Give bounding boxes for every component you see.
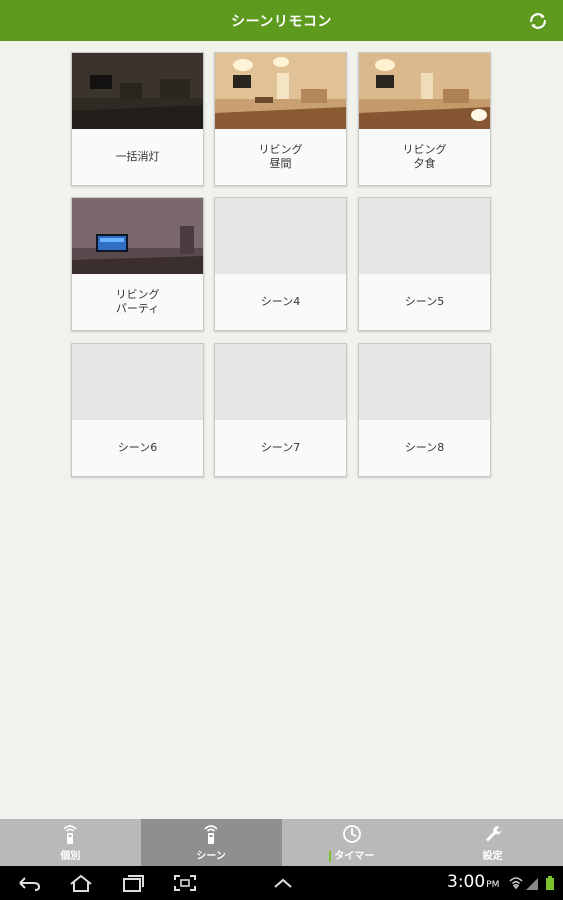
scene-label: リビング 夕食 <box>359 129 490 185</box>
page-title: シーンリモコン <box>231 13 332 30</box>
scene-label: シーン8 <box>359 420 490 476</box>
remote-icon <box>204 825 218 844</box>
tab-label: タイマー <box>334 851 375 862</box>
scene-label: シーン5 <box>359 274 490 330</box>
tab-label: 個別 <box>60 851 81 862</box>
tab-label: シーン <box>196 851 226 862</box>
scene-tile-living-daytime[interactable]: リビング 昼間 <box>214 52 347 186</box>
scene-tile-4[interactable]: シーン4 <box>214 197 347 331</box>
tab-timer[interactable]: タイマー <box>282 819 423 866</box>
clock-icon <box>342 825 361 843</box>
battery-icon <box>546 878 554 890</box>
scene-label: 一括消灯 <box>72 129 203 185</box>
scene-name: リビング <box>402 143 447 156</box>
wrench-icon <box>485 826 502 842</box>
scene-tile-living-party[interactable]: リビング パーティ <box>71 197 204 331</box>
scene-thumbnail-empty <box>215 198 346 274</box>
scene-tile-living-dinner[interactable]: リビング 夕食 <box>358 52 491 186</box>
app-bar: シーンリモコン <box>0 0 563 41</box>
scene-thumbnail <box>215 53 346 129</box>
screenshot-icon[interactable] <box>172 873 198 893</box>
clock-time: 3:00 <box>447 872 486 892</box>
tab-label-wrap: タイマー <box>329 847 374 862</box>
scene-label: リビング パーティ <box>72 274 203 330</box>
scene-thumbnail <box>72 53 203 129</box>
status-clock: 3:00PM <box>447 872 499 892</box>
signal-icon <box>526 878 538 890</box>
scene-tile-5[interactable]: シーン5 <box>358 197 491 331</box>
home-icon[interactable] <box>68 873 94 893</box>
scene-thumbnail-empty <box>215 344 346 420</box>
scene-tile-all-off[interactable]: 一括消灯 <box>71 52 204 186</box>
scene-subname: 夕食 <box>413 157 436 170</box>
scene-tile-6[interactable]: シーン6 <box>71 343 204 477</box>
back-icon[interactable] <box>16 873 42 893</box>
active-indicator <box>329 850 332 862</box>
scene-tile-7[interactable]: シーン7 <box>214 343 347 477</box>
scene-thumbnail <box>359 53 490 129</box>
scene-name: シーン7 <box>260 441 301 454</box>
scene-name: リビング <box>115 288 160 301</box>
scene-label: シーン6 <box>72 420 203 476</box>
wifi-icon <box>509 877 523 890</box>
remote-icon <box>63 825 77 844</box>
scene-label: リビング 昼間 <box>215 129 346 185</box>
scene-subname: 昼間 <box>269 157 292 170</box>
scene-thumbnail <box>72 198 203 274</box>
scene-name: シーン4 <box>260 295 301 308</box>
refresh-icon[interactable] <box>527 10 549 32</box>
tab-individual[interactable]: 個別 <box>0 819 141 866</box>
scene-thumbnail-empty <box>359 344 490 420</box>
scene-name: リビング <box>258 143 303 156</box>
system-nav-bar: 3:00PM <box>0 866 563 900</box>
scene-subname: パーティ <box>115 302 160 315</box>
tab-settings[interactable]: 設定 <box>422 819 563 866</box>
clock-ampm: PM <box>486 880 500 890</box>
scene-name: シーン6 <box>117 441 158 454</box>
chevron-up-icon[interactable] <box>270 873 296 893</box>
bottom-tab-bar: 個別 シーン タイマー 設定 <box>0 819 563 866</box>
tab-scene[interactable]: シーン <box>140 819 282 866</box>
scene-name: シーン5 <box>404 295 445 308</box>
scene-tile-8[interactable]: シーン8 <box>358 343 491 477</box>
recent-apps-icon[interactable] <box>120 873 146 893</box>
status-icons <box>509 876 554 890</box>
scene-label: シーン4 <box>215 274 346 330</box>
scene-label: シーン7 <box>215 420 346 476</box>
scene-thumbnail-empty <box>359 198 490 274</box>
scene-name: 一括消灯 <box>115 150 160 163</box>
tab-label: 設定 <box>482 851 503 862</box>
scene-name: シーン8 <box>404 441 445 454</box>
scene-thumbnail-empty <box>72 344 203 420</box>
